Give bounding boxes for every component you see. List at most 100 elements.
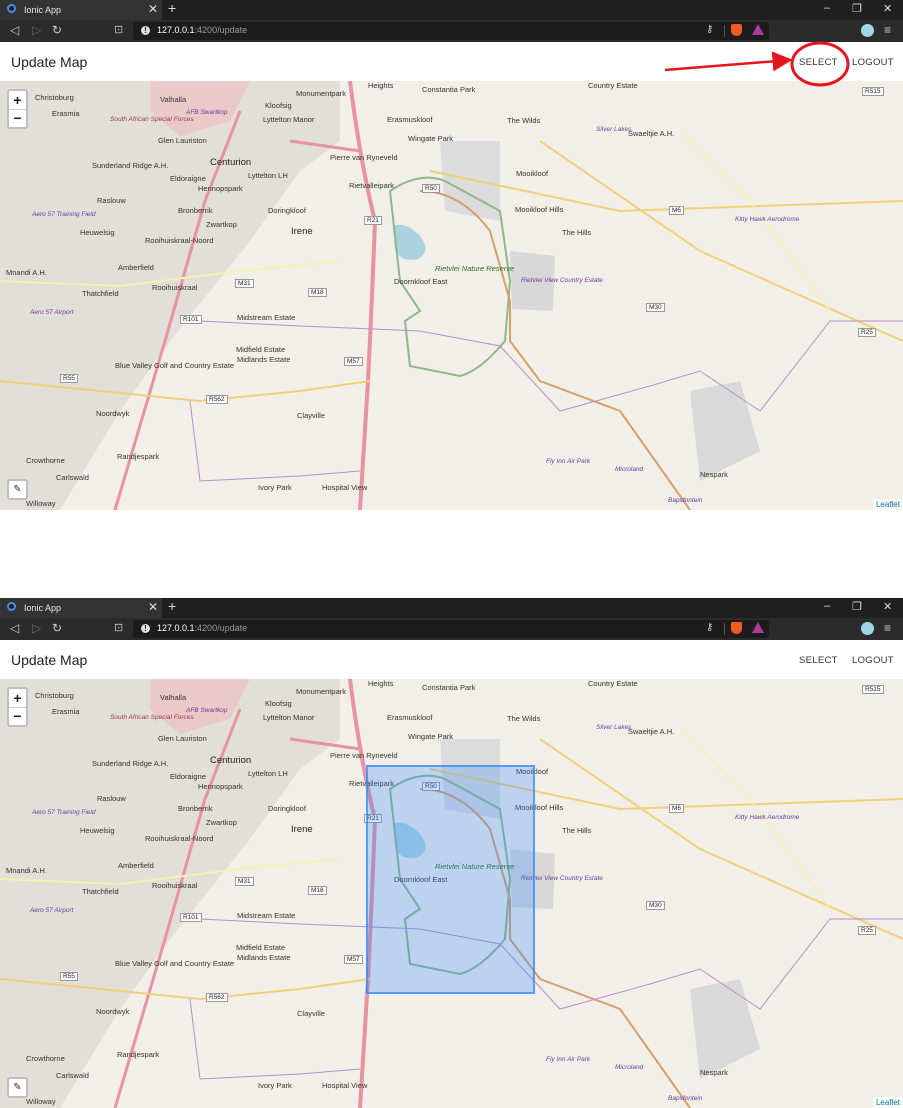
map-place-label: Doringkloof xyxy=(268,206,306,215)
forward-button[interactable]: ▷ xyxy=(32,621,41,635)
screenshot-after: Ionic App ✕ + – ❐ ✕ ◁ ▷ ↻ ⊡ ! 127.0.0.1:… xyxy=(0,598,903,1108)
map-place-label: Thatchfield xyxy=(82,887,119,896)
map-place-label: Country Estate xyxy=(588,679,638,688)
map-place-label: Glen Lauriston xyxy=(158,136,207,145)
profile-avatar[interactable] xyxy=(861,622,874,635)
map-place-label: Aero 57 Training Field xyxy=(32,809,96,816)
map-place-label: The Hills xyxy=(562,826,592,835)
password-key-icon[interactable]: ⚷ xyxy=(706,622,713,633)
map-place-label: Silver Lakes xyxy=(596,126,632,133)
map-view[interactable]: Christoburg Erasmia Valhalla AFB Swartkop Mo… xyxy=(0,679,903,1108)
back-button[interactable]: ◁ xyxy=(10,621,19,635)
map-place-label: Midfield Estate xyxy=(236,345,286,354)
zoom-out-button[interactable]: − xyxy=(9,707,26,725)
map-place-label: Fly Inn Air Park xyxy=(546,458,591,465)
map-place-label: Erasmuskloof xyxy=(387,713,433,722)
brave-shield-icon[interactable] xyxy=(731,622,742,634)
window-restore-button[interactable]: ❐ xyxy=(852,600,862,613)
map-place-label: Clayville xyxy=(297,1009,325,1018)
map-place-label: Amberfield xyxy=(118,263,154,272)
map-place-label: Raslouw xyxy=(97,794,126,803)
map-place-label: Irene xyxy=(291,824,313,835)
map-place-label: Wingate Park xyxy=(408,732,454,741)
map-place-label: Randjespark xyxy=(117,452,160,461)
map-place-label: Raslouw xyxy=(97,196,126,205)
map-place-label: Aero 57 Airport xyxy=(30,907,74,914)
map-place-label: The Hills xyxy=(562,228,592,237)
select-button[interactable]: SELECT xyxy=(799,655,838,666)
road-shield-label: R101 xyxy=(180,913,202,922)
map-place-label: Hospital View xyxy=(322,483,368,492)
map-place-label: Amberfield xyxy=(118,861,154,870)
map-place-label: AFB Swartkop xyxy=(186,707,228,714)
brave-rewards-icon[interactable] xyxy=(752,622,764,633)
road-shield-label: M6 xyxy=(669,804,685,813)
map-place-label: Pierre van Ryneveld xyxy=(330,751,398,760)
map-view[interactable]: Christoburg Erasmia Valhalla AFB Swartkop Mo… xyxy=(0,81,903,510)
map-place-label: Microland xyxy=(615,1064,644,1071)
map-place-label: Swaeltjie A.H. xyxy=(628,129,675,138)
map-place-label: Mnandi A.H. xyxy=(6,268,47,277)
map-place-label: Midlands Estate xyxy=(237,355,291,364)
edit-draw-icon[interactable]: ✎ xyxy=(7,1077,28,1098)
map-place-label: Bronberrik xyxy=(178,804,213,813)
map-place-label: The Wilds xyxy=(507,714,541,723)
toolbar-divider xyxy=(724,623,725,635)
map-feature xyxy=(199,918,903,1010)
map-place-label: Eldoraigne xyxy=(170,772,206,781)
map-place-label: Heuwelsig xyxy=(80,228,115,237)
tab-close-icon[interactable]: ✕ xyxy=(148,600,158,614)
bookmark-icon[interactable]: ⊡ xyxy=(114,621,123,634)
map-place-label: Blue Valley Golf and Country Estate xyxy=(115,361,235,370)
leaflet-attribution-link[interactable]: Leaflet xyxy=(872,499,903,510)
map-place-label: Aero 57 Airport xyxy=(30,309,74,316)
map-feature xyxy=(0,81,340,510)
map-place-label: Ivory Park xyxy=(258,483,292,492)
selection-rectangle[interactable] xyxy=(366,765,535,994)
leaflet-attribution-link[interactable]: Leaflet xyxy=(872,1097,903,1108)
site-info-icon[interactable]: ! xyxy=(141,624,150,633)
window-close-button[interactable]: ✕ xyxy=(883,600,892,613)
map-place-label: Heuwelsig xyxy=(80,826,115,835)
app-header: Update Map SELECT LOGOUT xyxy=(0,640,903,680)
map-place-label: Randjespark xyxy=(117,1050,160,1059)
edit-draw-icon[interactable]: ✎ xyxy=(7,479,28,500)
road-shield-label: M6 xyxy=(669,206,685,215)
zoom-in-button[interactable]: + xyxy=(9,689,26,708)
road-shield-label: M30 xyxy=(646,901,665,910)
map-place-label: Mnandi A.H. xyxy=(6,866,47,875)
road-shield-label: R562 xyxy=(206,395,228,404)
map-place-label: Swaeltjie A.H. xyxy=(628,727,675,736)
map-place-label: Doringkloof xyxy=(268,804,306,813)
road-shield-label: R25 xyxy=(858,926,876,935)
map-feature xyxy=(189,998,361,1080)
url-input[interactable]: ! 127.0.0.1:4200/update ⚷ xyxy=(133,620,769,638)
logout-button[interactable]: LOGOUT xyxy=(852,655,894,666)
map-place-label: Kloofsig xyxy=(265,699,292,708)
window-minimize-button[interactable]: – xyxy=(824,600,830,612)
map-place-label: Pierre van Ryneveld xyxy=(330,153,398,162)
road-shield-label: R55 xyxy=(60,972,78,981)
map-place-label: Carlswald xyxy=(56,1071,89,1080)
map-place-label: Glen Lauriston xyxy=(158,734,207,743)
map-feature xyxy=(539,140,903,342)
map-feature xyxy=(429,170,903,213)
browser-menu-icon[interactable]: ≡ xyxy=(884,621,891,635)
reload-button[interactable]: ↻ xyxy=(52,621,62,635)
road-shield-label: M31 xyxy=(235,877,254,886)
map-feature xyxy=(690,381,760,481)
map-place-label: Noordwyk xyxy=(96,1007,130,1016)
tab-title: Ionic App xyxy=(24,603,62,613)
ionic-favicon-icon xyxy=(7,602,16,611)
road-shield-label: R515 xyxy=(862,685,884,694)
browser-tab[interactable]: Ionic App ✕ xyxy=(0,598,162,618)
map-place-label: Clayville xyxy=(297,411,325,420)
screenshot-before: Ionic App ✕ + – ❐ ✕ ◁ ▷ ↻ ⊡ ! 127.0.0.1:… xyxy=(0,0,903,510)
map-place-label: Carlswald xyxy=(56,473,89,482)
map-feature xyxy=(199,320,903,412)
road-shield-label: M31 xyxy=(235,279,254,288)
browser-tab-bar: Ionic App ✕ + – ❐ ✕ xyxy=(0,598,903,618)
new-tab-button[interactable]: + xyxy=(168,598,176,614)
url-text: 127.0.0.1:4200/update xyxy=(157,623,248,633)
map-place-label: Rooihuiskraal-Noord xyxy=(145,236,214,245)
